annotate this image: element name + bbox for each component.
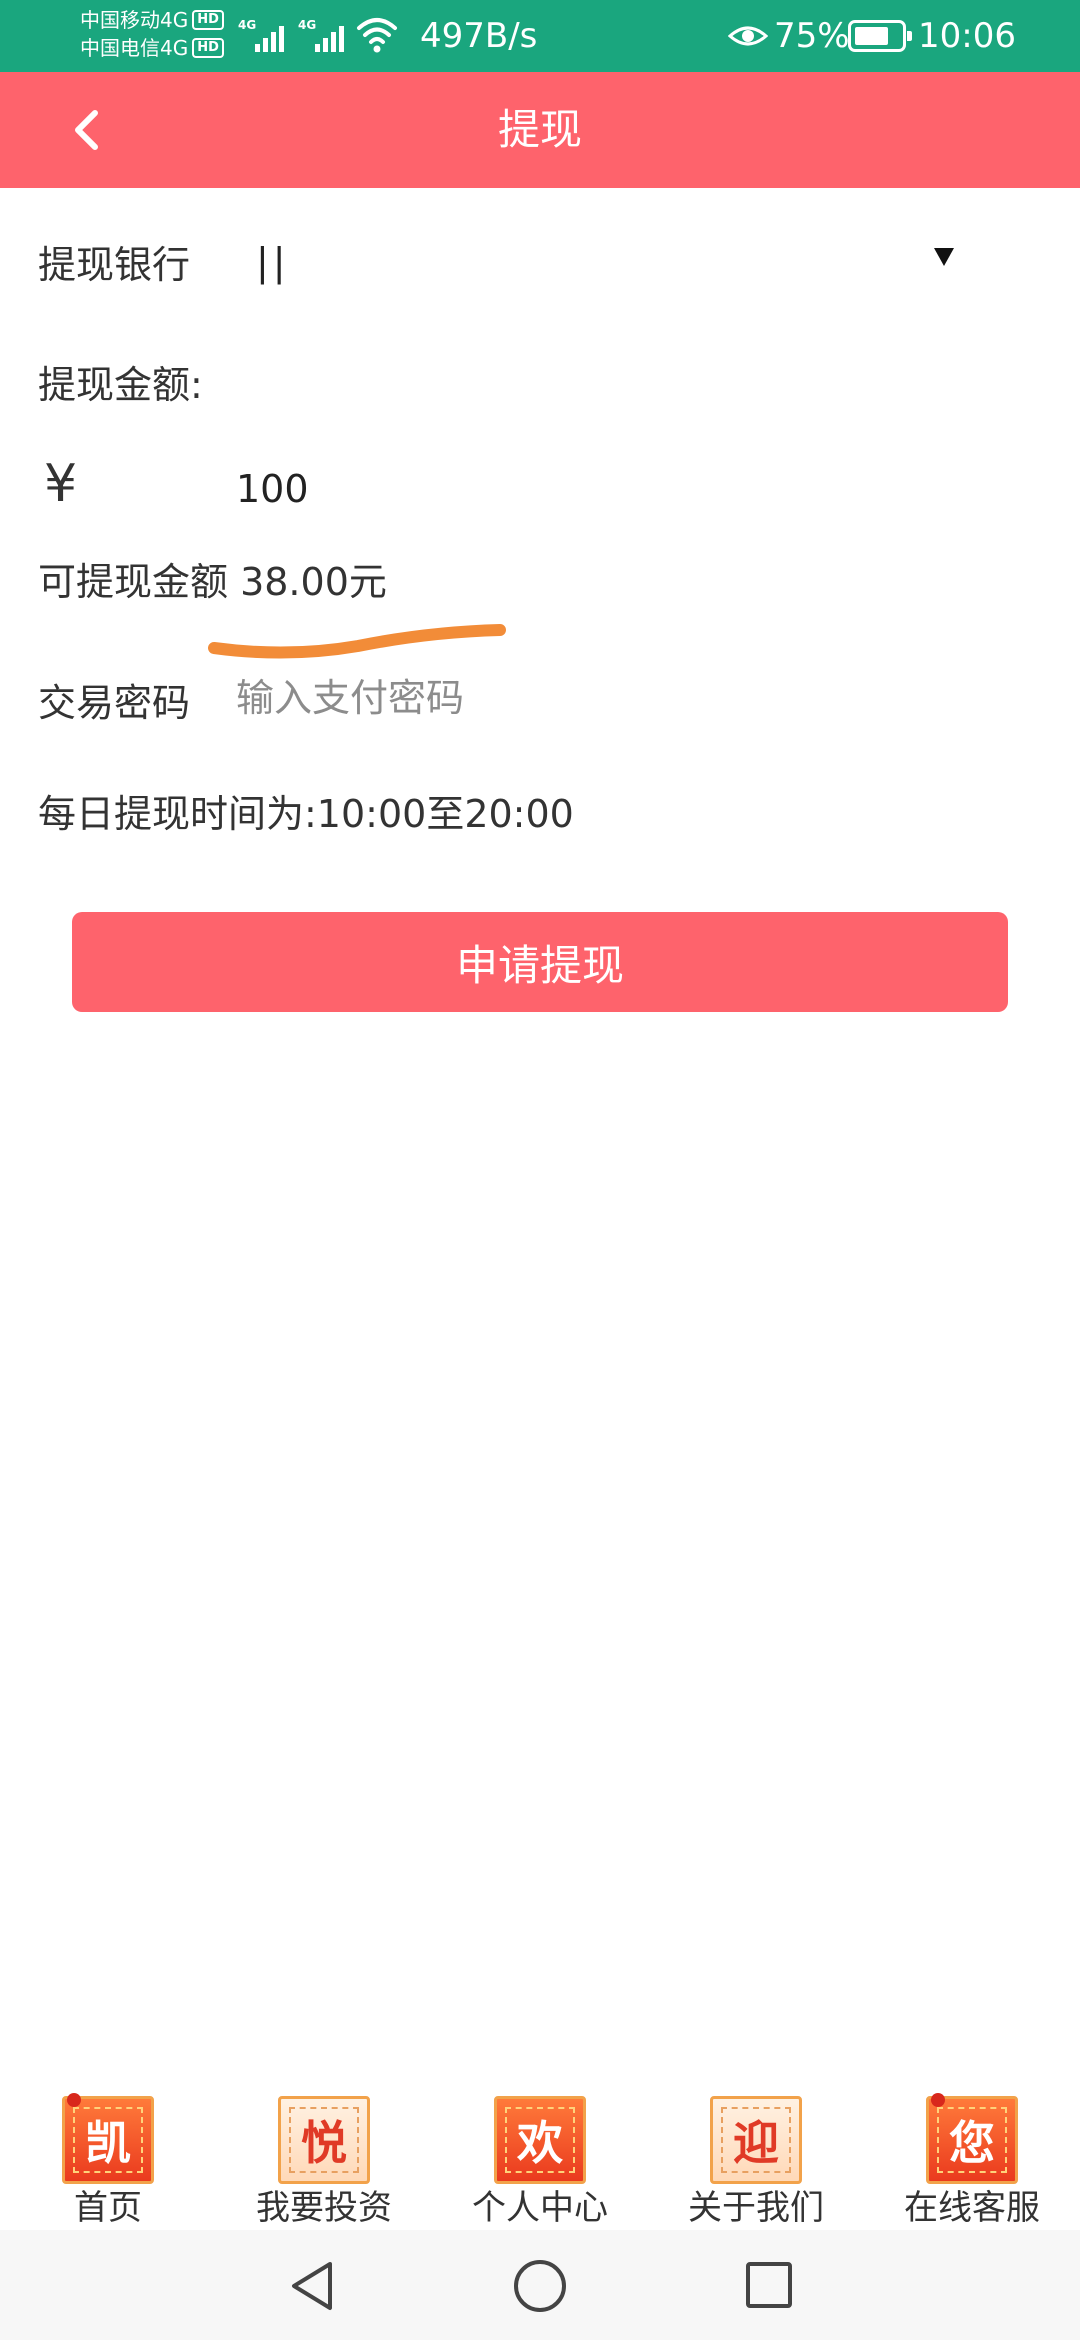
tab-icon-glyph: 迎 [721, 2107, 791, 2173]
clock: 10:06 [918, 16, 1016, 56]
amount-input[interactable] [236, 458, 936, 520]
battery-icon [848, 20, 912, 52]
home-tab-icon: 凯 [62, 2093, 154, 2184]
apply-withdraw-button[interactable]: 申请提现 [72, 912, 1008, 1012]
system-nav-bar [0, 2230, 1080, 2340]
amount-label: 提现金额: [38, 363, 203, 407]
highlight-underline [208, 624, 506, 659]
signal-indicators: 4G 4G [238, 18, 344, 52]
nav-home-icon[interactable] [514, 2260, 566, 2312]
hd-badge: HD [192, 38, 224, 58]
signal-strength-icon: 4G [298, 18, 344, 52]
network-speed: 497B/s [420, 16, 538, 56]
carrier-info: 中国移动4G HD 中国电信4G HD [80, 6, 224, 62]
tab-icon-glyph: 凯 [73, 2107, 143, 2173]
currency-symbol: ¥ [44, 454, 78, 514]
eye-comfort-icon [728, 26, 768, 46]
network-type-label: 4G [238, 18, 257, 32]
tab-icon-glyph: 悦 [289, 2107, 359, 2173]
profile-tab-icon: 欢 [494, 2096, 586, 2184]
carrier-2-name: 中国电信4G [80, 36, 189, 60]
nav-recent-apps-icon[interactable] [746, 2262, 792, 2308]
password-label: 交易密码 [38, 681, 191, 725]
tab-label: 我要投资 [256, 2188, 392, 2228]
app-header: 提现 [0, 72, 1080, 188]
tab-home[interactable]: 凯 首页 [0, 2090, 216, 2230]
withdrawal-hours-text: 每日提现时间为:10:00至20:00 [38, 792, 574, 836]
back-button[interactable] [56, 100, 116, 160]
available-amount-text: 可提现金额 38.00元 [38, 560, 387, 604]
status-bar: 中国移动4G HD 中国电信4G HD 4G 4G 497B/s 75% 10:06 [0, 0, 1080, 72]
bank-select[interactable]: || [240, 228, 980, 296]
dropdown-arrow-icon [934, 248, 954, 266]
tab-about[interactable]: 迎 关于我们 [648, 2090, 864, 2230]
password-input[interactable] [236, 668, 936, 728]
support-tab-icon: 您 [926, 2093, 1018, 2184]
bank-select-value: || [256, 240, 290, 284]
chevron-left-icon [75, 110, 98, 150]
hd-badge: HD [192, 10, 224, 30]
page-title: 提现 [497, 105, 582, 154]
about-tab-icon: 迎 [710, 2096, 802, 2184]
bank-label: 提现银行 [38, 243, 191, 287]
signal-strength-icon: 4G [238, 18, 284, 52]
carrier-1-name: 中国移动4G [80, 8, 189, 32]
network-type-label: 4G [298, 18, 317, 32]
tab-label: 首页 [74, 2188, 142, 2228]
bottom-tab-bar: 凯 首页 悦 我要投资 欢 个人中心 迎 关于我们 您 在线客服 [0, 2090, 1080, 2230]
tab-label: 在线客服 [904, 2188, 1040, 2228]
tab-icon-glyph: 欢 [505, 2107, 575, 2173]
tab-support[interactable]: 您 在线客服 [864, 2090, 1080, 2230]
tab-icon-glyph: 您 [937, 2107, 1007, 2173]
tab-profile[interactable]: 欢 个人中心 [432, 2090, 648, 2230]
tab-label: 关于我们 [688, 2188, 824, 2228]
nav-back-icon[interactable] [286, 2258, 338, 2314]
tab-invest[interactable]: 悦 我要投资 [216, 2090, 432, 2230]
battery-percent: 75% [774, 16, 850, 56]
invest-tab-icon: 悦 [278, 2096, 370, 2184]
tab-label: 个人中心 [472, 2188, 608, 2228]
wifi-icon [357, 18, 397, 53]
